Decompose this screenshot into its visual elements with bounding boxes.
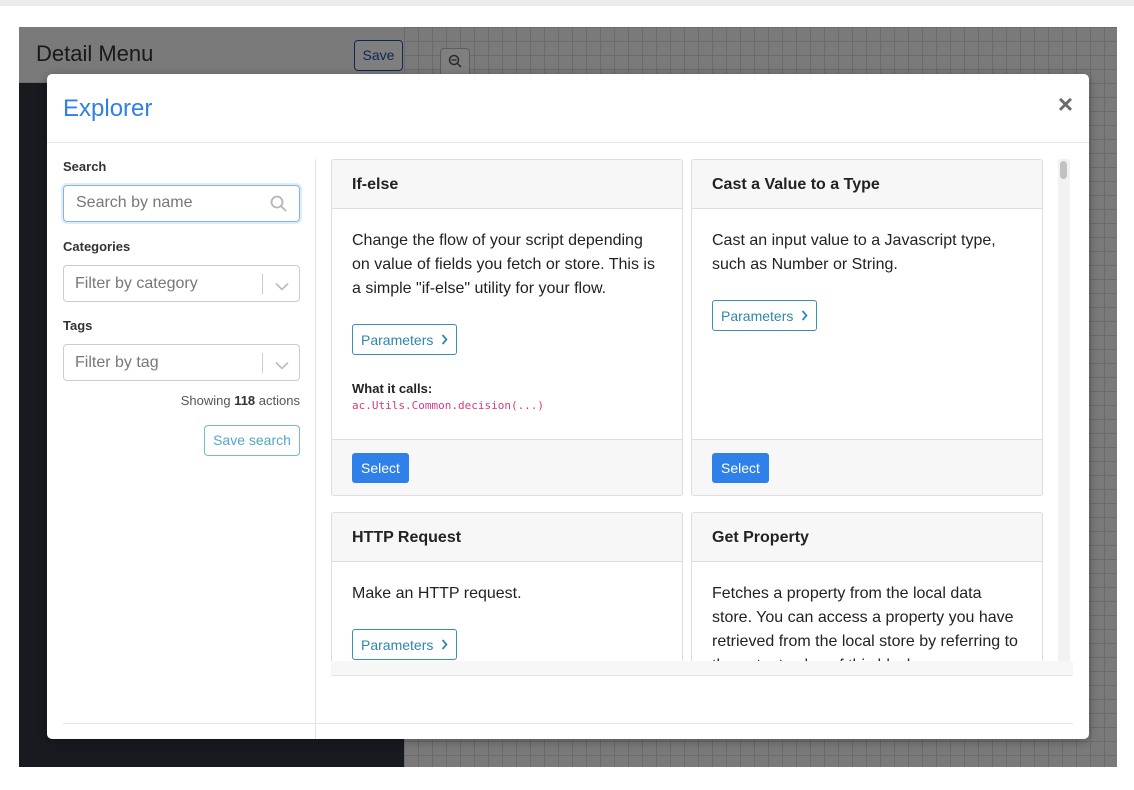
action-cards-list: If-else Change the flow of your script d… [331,159,1073,676]
explorer-modal: Explorer × Search Categories Filter by c… [47,74,1089,739]
parameters-label: Parameters [361,636,434,653]
card-description: Change the flow of your script depending… [352,232,655,297]
card-body: Fetches a property from the local data s… [692,562,1042,675]
card-title: If-else [332,160,682,209]
select-button[interactable]: Select [352,453,409,483]
results-count-number: 118 [234,393,256,408]
tags-label: Tags [63,318,93,333]
card-body: Make an HTTP request. Parameters [332,562,682,660]
results-count: Showing 118 actions [63,393,300,408]
save-search-button[interactable]: Save search [204,425,300,456]
category-placeholder: Filter by category [75,275,198,292]
card-body: Change the flow of your script depending… [332,209,682,415]
modal-header: Explorer × [47,74,1089,143]
card-title: HTTP Request [332,513,682,562]
search-field[interactable] [63,185,300,222]
parameters-label: Parameters [721,307,794,324]
action-card: Cast a Value to a Type Cast an input val… [691,159,1043,496]
select-separator [262,353,263,373]
close-icon[interactable]: × [1058,91,1073,117]
results-count-suffix: actions [258,393,300,408]
modal-title: Explorer [63,95,153,122]
chevron-down-icon[interactable] [275,357,289,375]
chevron-right-icon [801,304,808,328]
search-label: Search [63,159,107,174]
card-title: Get Property [692,513,1042,562]
results-count-prefix: Showing [180,393,231,408]
card-footer: Select [332,439,682,495]
card-footer: Select [692,439,1042,495]
card-body: Cast an input value to a Javascript type… [692,209,1042,331]
action-card: Get Property Fetches a property from the… [691,512,1043,675]
chevron-right-icon [441,633,448,657]
parameters-button[interactable]: Parameters [352,629,458,660]
tag-select[interactable]: Filter by tag [63,344,300,381]
cards-scrollbar[interactable] [1058,159,1070,661]
select-separator [262,274,263,294]
select-button[interactable]: Select [712,453,769,483]
card-description: Make an HTTP request. [352,585,522,602]
card-title: Cast a Value to a Type [692,160,1042,209]
chevron-down-icon[interactable] [275,278,289,296]
panel-divider [315,159,316,739]
search-input[interactable] [76,194,266,212]
parameters-label: Parameters [361,331,434,348]
tag-placeholder: Filter by tag [75,354,159,371]
chevron-right-icon [441,328,448,352]
search-icon [270,195,287,217]
parameters-button[interactable]: Parameters [712,300,818,331]
scrollbar-thumb[interactable] [1060,161,1067,179]
card-description: Cast an input value to a Javascript type… [712,232,996,273]
filter-panel: Search Categories Filter by category Tag… [63,159,300,456]
browser-top-strip [0,0,1134,6]
cards-list-footer [331,661,1073,676]
action-card: HTTP Request Make an HTTP request. Param… [331,512,683,675]
categories-label: Categories [63,239,131,254]
what-it-calls-label: What it calls: [352,381,433,396]
action-card: If-else Change the flow of your script d… [331,159,683,496]
modal-footer-divider [63,723,1073,724]
parameters-button[interactable]: Parameters [352,324,458,355]
category-select[interactable]: Filter by category [63,265,300,302]
what-it-calls-code: ac.Utils.Common.decision(...) [352,399,545,412]
